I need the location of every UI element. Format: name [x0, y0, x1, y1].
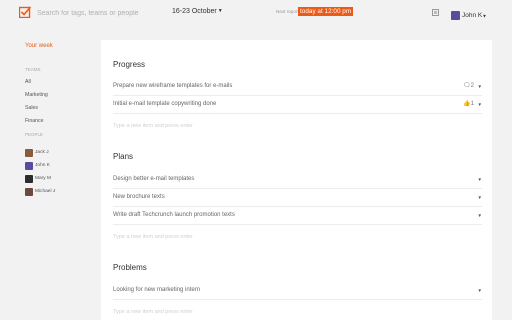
sidebar-item-person[interactable]: John K	[25, 157, 50, 170]
sidebar-item-team[interactable]: Finance	[25, 118, 43, 124]
likes-count[interactable]: 👍1	[463, 100, 474, 107]
top-bar: 16-23 October▼ Next report will be sent …	[0, 0, 512, 26]
section-title-problems: Problems	[113, 263, 147, 272]
new-item-input[interactable]	[113, 118, 482, 134]
user-menu[interactable]: John K▼	[451, 7, 487, 21]
comment-icon: 🗨	[463, 83, 471, 89]
avatar	[25, 148, 33, 157]
avatar	[25, 174, 33, 183]
report-time-badge: today at 12:00 pm	[298, 7, 354, 16]
item-text: Initial e-mail template copywriting done	[113, 101, 217, 107]
item-text: Looking for new marketing intern	[113, 287, 201, 293]
avatar	[451, 11, 460, 21]
sidebar-item-person[interactable]: Michael J	[25, 183, 56, 196]
chevron-down-icon: ▼	[482, 13, 487, 19]
new-item-input[interactable]	[113, 229, 482, 245]
chevron-down-icon[interactable]: ▼	[478, 288, 482, 293]
sidebar-item-person[interactable]: Jack J	[25, 144, 49, 157]
item-text: New brochure texts	[113, 194, 165, 200]
person-name: John K	[35, 163, 50, 169]
week-selector[interactable]: 16-23 October▼	[172, 8, 223, 15]
chevron-down-icon[interactable]: ▼	[478, 195, 482, 200]
sidebar-item-person[interactable]: Mary M	[25, 170, 51, 183]
sidebar-item-your-week[interactable]: Your week	[25, 43, 53, 49]
person-name: Michael J	[35, 189, 56, 195]
list-item[interactable]: Write draft Techcrunch launch promotion …	[113, 207, 482, 225]
sidebar-item-team[interactable]: All	[25, 79, 31, 85]
user-name: John K	[462, 12, 483, 20]
main-panel: Progress Prepare new wireframe templates…	[101, 40, 492, 320]
item-text: Design better e-mail templates	[113, 176, 195, 182]
people-heading: PEOPLE	[25, 132, 44, 137]
list-item[interactable]: New brochure texts ▼	[113, 189, 482, 207]
list-item[interactable]: Design better e-mail templates ▼	[113, 171, 482, 189]
section-title-progress: Progress	[113, 60, 146, 69]
section-title-plans: Plans	[113, 152, 134, 161]
list-item[interactable]: Looking for new marketing intern ▼	[113, 282, 482, 300]
sidebar: Your week TEAMS All Marketing Sales Fina…	[0, 26, 100, 320]
avatar	[25, 187, 33, 196]
person-name: Mary M	[35, 176, 51, 182]
search-input[interactable]	[37, 6, 167, 20]
list-item[interactable]: Initial e-mail template copywriting done…	[113, 96, 482, 114]
avatar	[25, 161, 33, 170]
list-item[interactable]: Prepare new wireframe templates for e-ma…	[113, 78, 482, 96]
thumbs-up-icon: 👍	[463, 101, 471, 107]
item-text: Write draft Techcrunch launch promotion …	[113, 212, 235, 218]
chevron-down-icon[interactable]: ▼	[478, 177, 482, 182]
item-text: Prepare new wireframe templates for e-ma…	[113, 83, 233, 89]
person-name: Jack J	[35, 150, 49, 156]
chevron-down-icon[interactable]: ▼	[478, 84, 482, 89]
chevron-down-icon[interactable]: ▼	[478, 102, 482, 107]
teams-heading: TEAMS	[25, 67, 41, 72]
new-item-input[interactable]	[113, 304, 482, 320]
comments-count[interactable]: 🗨2	[463, 82, 474, 89]
sidebar-item-team[interactable]: Sales	[25, 105, 38, 111]
notifications-icon[interactable]	[432, 9, 439, 16]
week-label: 16-23 October	[172, 8, 217, 15]
app-logo-icon[interactable]	[19, 6, 31, 18]
chevron-down-icon: ▼	[217, 8, 223, 14]
chevron-down-icon[interactable]: ▼	[478, 213, 482, 218]
sidebar-item-team[interactable]: Marketing	[25, 92, 48, 98]
